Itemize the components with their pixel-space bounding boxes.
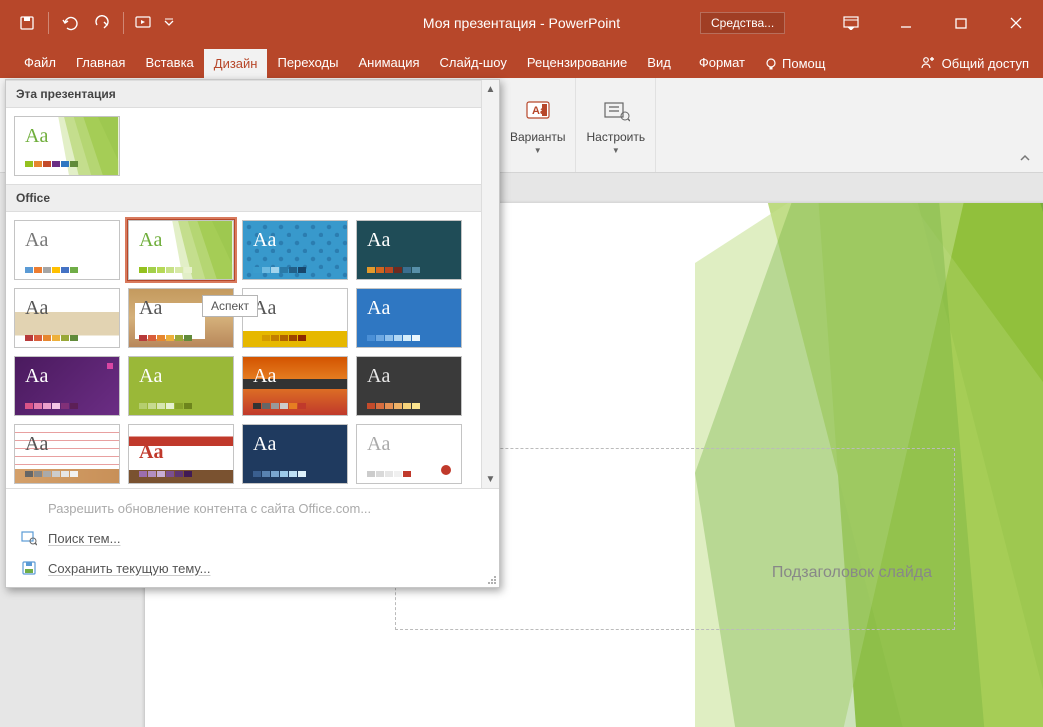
save-icon	[19, 15, 35, 31]
ribbon-tabs: Файл Главная Вставка Дизайн Переходы Ани…	[0, 45, 1043, 78]
tab-format[interactable]: Формат	[689, 48, 755, 78]
collapse-ribbon-button[interactable]	[1015, 148, 1035, 168]
undo-icon	[61, 15, 79, 31]
subtitle-placeholder-text: Подзаголовок слайда	[772, 564, 932, 582]
gallery-section-office: Office	[6, 184, 481, 212]
theme-thumb-current[interactable]: Aa	[14, 116, 120, 176]
gallery-section-this-presentation: Эта презентация	[6, 80, 481, 108]
scroll-down-button[interactable]: ▼	[482, 470, 499, 488]
theme-thumb[interactable]: Aa	[128, 220, 234, 280]
tab-slideshow[interactable]: Слайд-шоу	[430, 48, 517, 78]
close-icon	[1009, 16, 1023, 30]
theme-thumb[interactable]: Aa	[356, 424, 462, 484]
tab-design[interactable]: Дизайн	[204, 49, 268, 78]
gallery-footer: Разрешить обновление контента с сайта Of…	[6, 488, 499, 587]
titlebar: Моя презентация - PowerPoint Средства...	[0, 0, 1043, 45]
chevron-down-icon: ▼	[534, 146, 542, 155]
slideshow-icon	[135, 15, 155, 31]
maximize-button[interactable]	[933, 0, 988, 45]
tab-view[interactable]: Вид	[637, 48, 681, 78]
tab-transitions[interactable]: Переходы	[267, 48, 348, 78]
ribbon-display-icon	[843, 16, 859, 30]
chevron-down-icon: ▼	[612, 146, 620, 155]
variants-icon: Aa	[523, 96, 553, 126]
tab-review[interactable]: Рецензирование	[517, 48, 637, 78]
theme-thumb[interactable]: Aa	[128, 424, 234, 484]
tell-me-button[interactable]: Помощ	[755, 50, 834, 78]
theme-thumb[interactable]: Aa	[14, 424, 120, 484]
resize-grip-icon[interactable]	[485, 573, 497, 585]
themes-gallery-dropdown: Эта презентация Aa Office AaAaAaAaAaAaAa…	[5, 79, 500, 588]
tools-dropdown[interactable]: Средства...	[700, 12, 785, 34]
minimize-button[interactable]	[878, 0, 933, 45]
close-button[interactable]	[988, 0, 1043, 45]
save-theme-button[interactable]: Сохранить текущую тему...	[6, 553, 499, 583]
minimize-icon	[899, 16, 913, 30]
tab-insert[interactable]: Вставка	[135, 48, 203, 78]
ribbon-group-customize: Настроить ▼	[576, 78, 656, 172]
variants-button[interactable]: Aa Варианты ▼	[506, 92, 569, 159]
theme-thumb[interactable]: Aa	[14, 288, 120, 348]
customize-button[interactable]: Настроить ▼	[582, 92, 649, 159]
search-themes-icon	[20, 529, 38, 547]
variants-label: Варианты	[510, 130, 565, 144]
qat-customize-button[interactable]	[162, 8, 176, 38]
search-themes-button[interactable]: Поиск тем...	[6, 523, 499, 553]
bulb-icon	[764, 57, 778, 71]
redo-button[interactable]	[87, 8, 117, 38]
window-title: Моя презентация - PowerPoint	[423, 15, 620, 31]
update-content-label: Разрешить обновление контента с сайта Of…	[48, 501, 371, 516]
customize-icon	[601, 96, 631, 126]
chevron-down-icon	[164, 18, 174, 28]
save-theme-label: Сохранить текущую тему...	[48, 561, 210, 576]
chevron-up-icon	[1019, 152, 1031, 164]
separator	[48, 12, 49, 34]
theme-thumb[interactable]: Aa	[14, 356, 120, 416]
search-themes-label: Поиск тем...	[48, 531, 120, 546]
maximize-icon	[954, 16, 968, 30]
share-label: Общий доступ	[942, 56, 1029, 71]
tab-animations[interactable]: Анимация	[348, 48, 429, 78]
theme-thumb[interactable]: Aa	[14, 220, 120, 280]
start-slideshow-button[interactable]	[130, 8, 160, 38]
tab-home[interactable]: Главная	[66, 48, 135, 78]
undo-button[interactable]	[55, 8, 85, 38]
ribbon-display-button[interactable]	[823, 0, 878, 45]
theme-tooltip: Аспект	[202, 295, 258, 317]
theme-thumb[interactable]: Aa	[242, 220, 348, 280]
window-controls	[823, 0, 1043, 45]
customize-label: Настроить	[586, 130, 645, 144]
share-button[interactable]: Общий доступ	[906, 49, 1043, 78]
scroll-up-button[interactable]: ▲	[482, 80, 499, 98]
theme-thumb[interactable]: Aa	[356, 288, 462, 348]
theme-thumb[interactable]: Aa	[356, 220, 462, 280]
gallery-scrollbar[interactable]: ▲ ▼	[481, 80, 499, 488]
save-theme-icon	[20, 559, 38, 577]
ribbon-group-variants: Aa Варианты ▼	[500, 78, 576, 172]
theme-thumb[interactable]: Aa	[356, 356, 462, 416]
theme-thumb[interactable]: Aa	[128, 356, 234, 416]
share-icon	[920, 55, 936, 71]
theme-thumb[interactable]: Aa	[242, 424, 348, 484]
tell-me-label: Помощ	[782, 56, 825, 71]
redo-icon	[94, 15, 110, 31]
quick-access-toolbar	[0, 8, 176, 38]
save-button[interactable]	[12, 8, 42, 38]
tab-file[interactable]: Файл	[14, 48, 66, 78]
separator	[123, 12, 124, 34]
theme-thumb[interactable]: Aa	[242, 356, 348, 416]
update-content-link: Разрешить обновление контента с сайта Of…	[6, 493, 499, 523]
